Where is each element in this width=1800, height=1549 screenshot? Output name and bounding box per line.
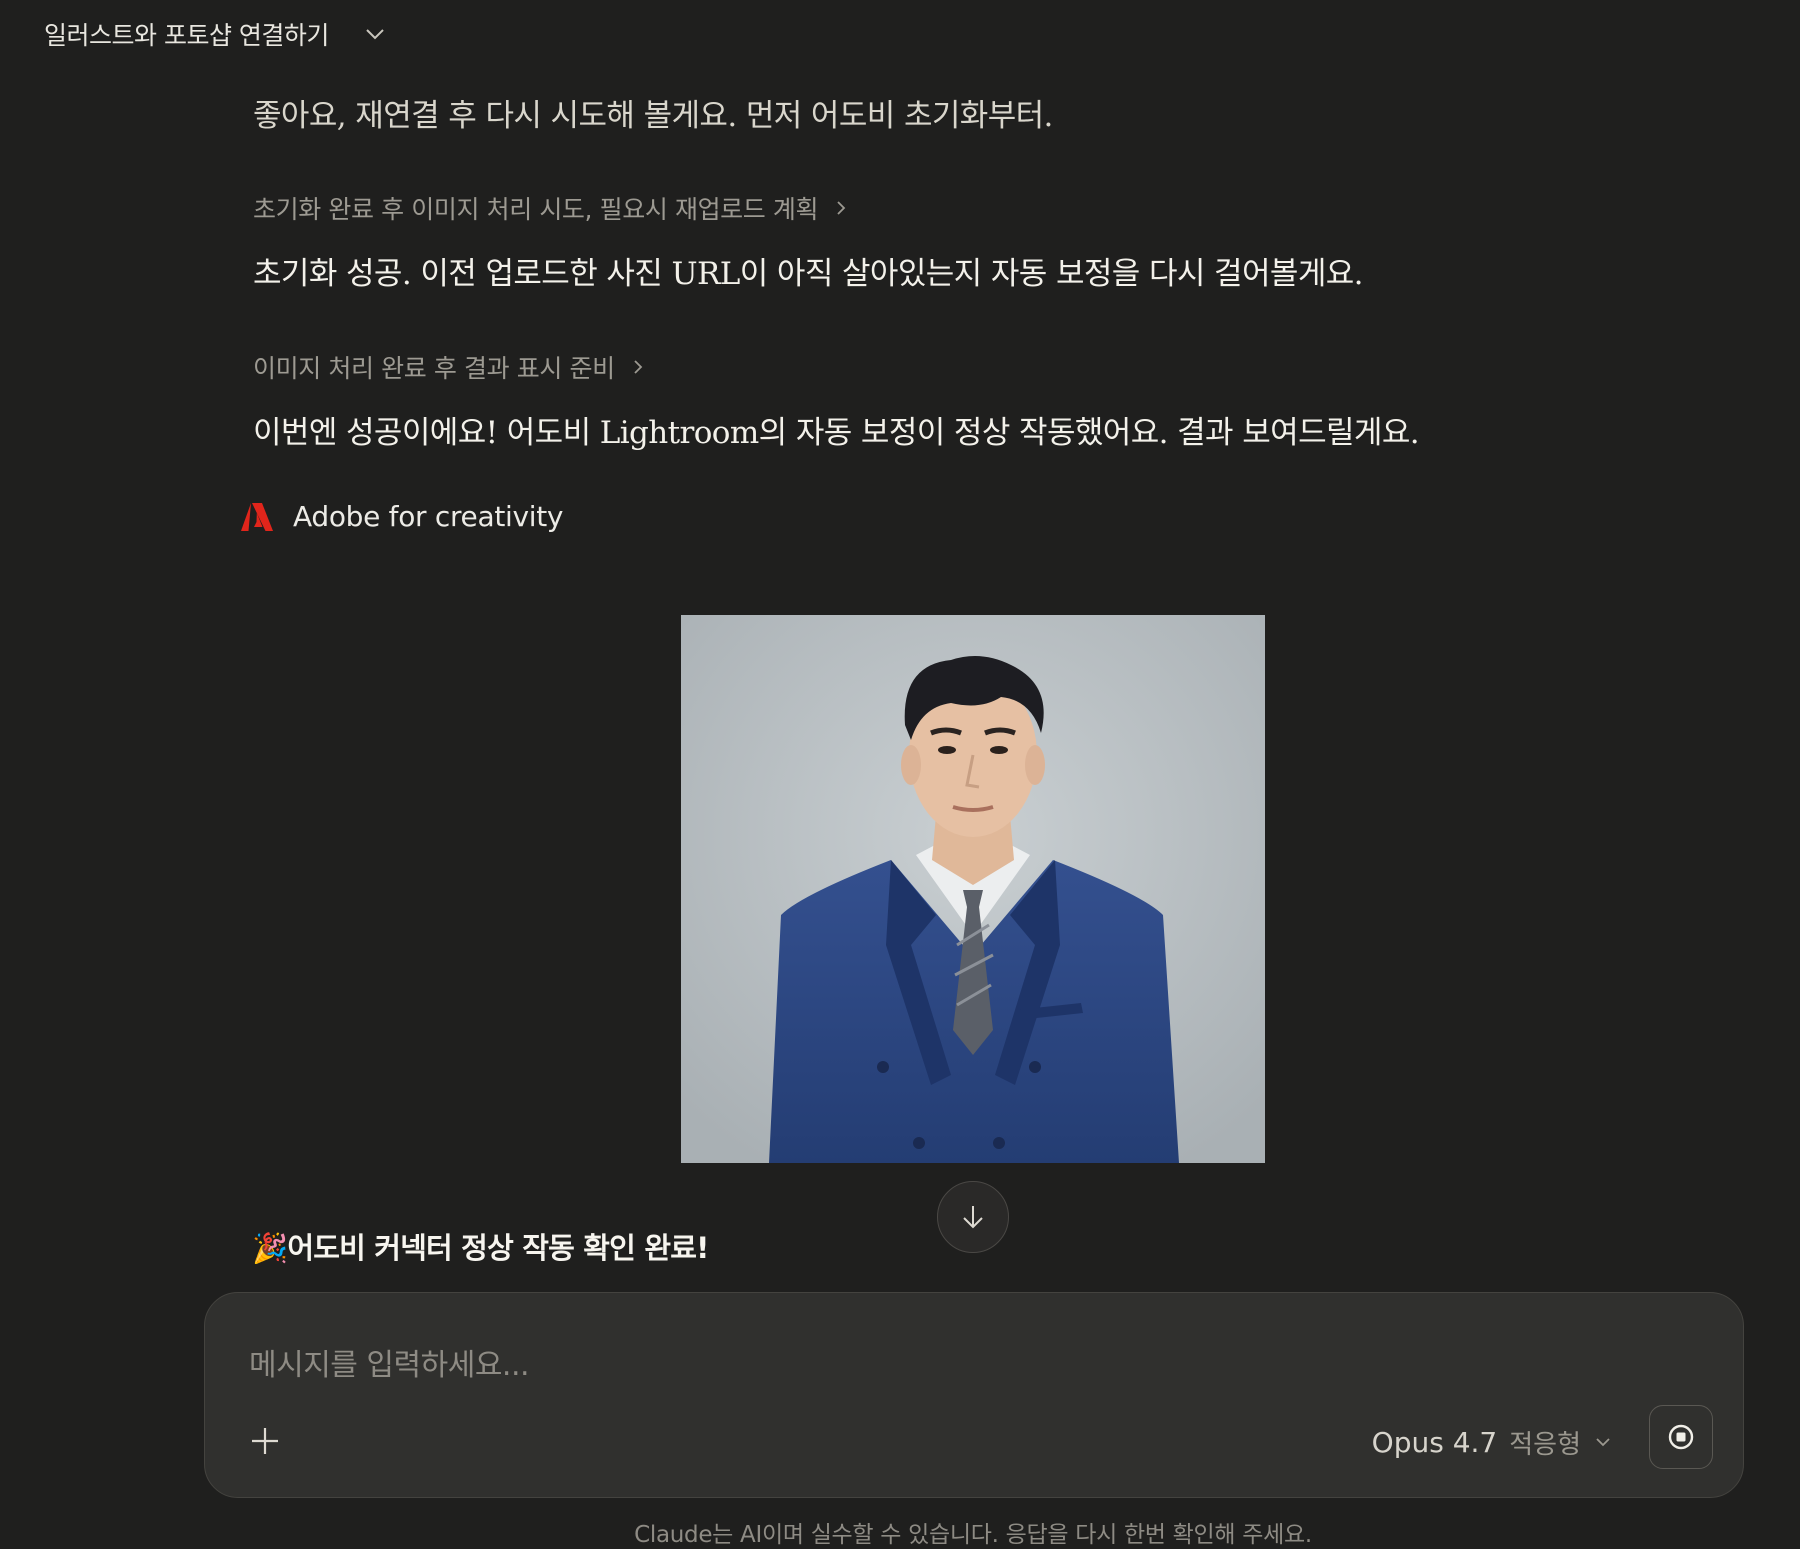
assistant-paragraph-intro: 좋아요, 재연결 후 다시 시도해 볼게요. 먼저 어도비 초기화부터. bbox=[253, 98, 1053, 134]
chevron-down-icon bbox=[366, 29, 384, 40]
assistant-paragraph-2: 초기화 성공. 이전 업로드한 사진 URL이 아직 살아있는지 자동 보정을 … bbox=[253, 256, 1364, 292]
chevron-right-icon bbox=[634, 360, 642, 374]
chevron-right-icon bbox=[837, 201, 846, 215]
stop-icon bbox=[1668, 1424, 1694, 1450]
thinking-summary-label: 초기화 완료 후 이미지 처리 시도, 필요시 재업로드 계획 bbox=[253, 195, 819, 224]
message-input[interactable] bbox=[247, 1339, 1451, 1391]
model-name: Opus 4.7 bbox=[1371, 1425, 1498, 1459]
result-portrait-image bbox=[681, 615, 1265, 1163]
stop-button[interactable] bbox=[1649, 1405, 1713, 1469]
party-popper-icon: 🎉 bbox=[252, 1231, 288, 1265]
conversation-title-menu[interactable]: 일러스트와 포토샵 연결하기 bbox=[44, 14, 387, 54]
tool-label: Adobe for creativity bbox=[293, 500, 564, 533]
completion-heading-text: 어도비 커넥터 정상 작동 확인 완료! bbox=[287, 1231, 709, 1265]
assistant-paragraph-3: 이번엔 성공이에요! 어도비 Lightroom의 자동 보정이 정상 작동했어… bbox=[253, 415, 1420, 451]
adobe-logo-icon bbox=[241, 502, 273, 531]
scroll-to-bottom-button[interactable] bbox=[937, 1181, 1009, 1253]
thinking-summary-1[interactable]: 초기화 완료 후 이미지 처리 시도, 필요시 재업로드 계획 bbox=[253, 190, 1600, 226]
add-attachment-button[interactable] bbox=[239, 1415, 291, 1467]
plus-icon bbox=[252, 1428, 278, 1454]
message-composer: Opus 4.7 적응형 bbox=[204, 1292, 1744, 1498]
model-selector[interactable]: Opus 4.7 적응형 bbox=[1372, 1417, 1613, 1467]
disclaimer-text: Claude는 AI이며 실수할 수 있습니다. 응답을 다시 한번 확인해 주… bbox=[634, 1522, 1312, 1548]
conversation-title: 일러스트와 포토샵 연결하기 bbox=[44, 21, 329, 50]
completion-heading: 🎉어도비 커넥터 정상 작동 확인 완료! bbox=[252, 1225, 709, 1267]
arrow-down-icon bbox=[963, 1206, 983, 1229]
thinking-summary-label: 이미지 처리 완료 후 결과 표시 준비 bbox=[253, 354, 615, 383]
model-mode: 적응형 bbox=[1509, 1429, 1581, 1460]
chevron-down-icon bbox=[1596, 1438, 1610, 1447]
tool-call-adobe[interactable]: Adobe for creativity bbox=[241, 500, 564, 533]
thinking-summary-2[interactable]: 이미지 처리 완료 후 결과 표시 준비 bbox=[253, 349, 1600, 385]
